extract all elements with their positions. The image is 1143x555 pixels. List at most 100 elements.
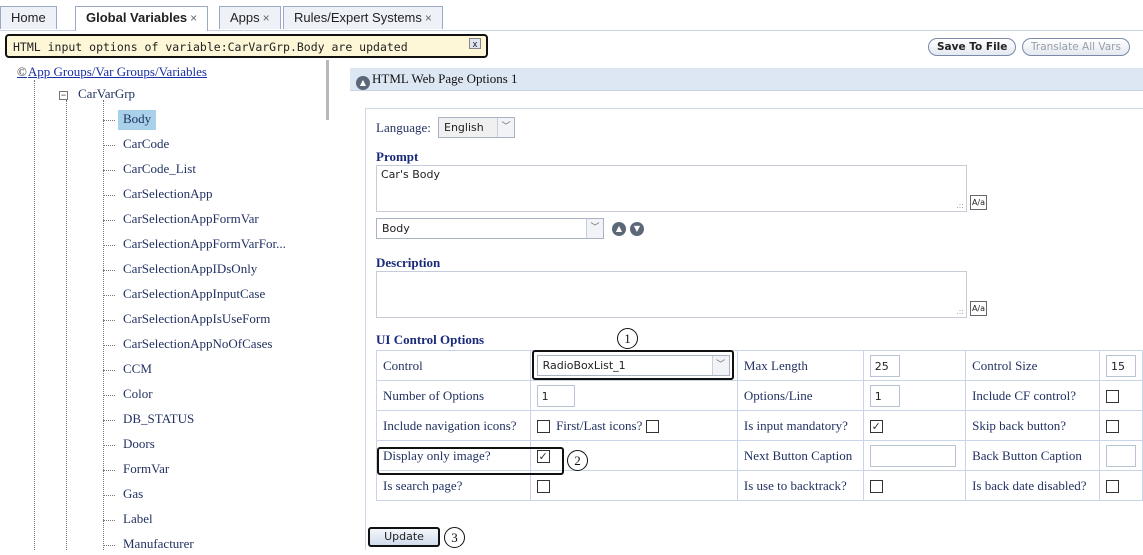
- tree-item[interactable]: CarSelectionApp: [118, 185, 218, 205]
- translate-icon[interactable]: A/a: [970, 195, 987, 210]
- options-per-line-label: Options/Line: [736, 380, 864, 411]
- callout-3: 3: [444, 527, 465, 548]
- translate-all-vars-button[interactable]: Translate All Vars: [1022, 38, 1130, 56]
- table-row: Number of Options 1 Options/Line 1 Inclu…: [376, 380, 1143, 411]
- description-label: Description: [376, 255, 441, 270]
- up-circle-icon[interactable]: ▲: [356, 76, 370, 90]
- tree-line: [103, 495, 115, 496]
- tree-item[interactable]: CarSelectionAppFormVar: [118, 210, 264, 230]
- include-navigation-icons-checkbox[interactable]: [536, 420, 550, 434]
- tree-item[interactable]: CarCode: [118, 135, 174, 155]
- translate-icon[interactable]: A/a: [970, 301, 987, 316]
- is-input-mandatory-checkbox[interactable]: ✓: [869, 420, 883, 434]
- tab-home[interactable]: Home: [0, 6, 57, 29]
- tree-line: [103, 345, 115, 346]
- tree-item[interactable]: Gas: [118, 485, 148, 505]
- move-down-icon[interactable]: ▼: [630, 222, 644, 236]
- chevron-down-icon: ﹀: [497, 118, 514, 137]
- tab-rules-expert-systems[interactable]: Rules/Expert Systems ×: [283, 6, 443, 29]
- tree-line: [103, 320, 115, 321]
- control-size-input[interactable]: 15: [1105, 354, 1136, 377]
- is-search-page-label: Is search page?: [376, 470, 531, 501]
- is-search-page-checkbox[interactable]: [536, 480, 550, 494]
- tree-line: [103, 370, 115, 371]
- tab-global-variables-label: Global Variables: [86, 10, 188, 25]
- tree-item[interactable]: FormVar: [118, 460, 174, 480]
- skip-back-button-checkbox[interactable]: [1105, 420, 1119, 434]
- tab-apps[interactable]: Apps ×: [219, 6, 281, 29]
- tree-line: [103, 220, 115, 221]
- highlight-display-only-image: [377, 447, 564, 475]
- tree-line: [103, 545, 115, 546]
- first-last-icons-checkbox[interactable]: [645, 420, 659, 434]
- callout-2: 2: [567, 450, 588, 471]
- panel-header[interactable]: ▲ HTML Web Page Options 1: [350, 68, 1143, 91]
- collapse-icon[interactable]: −: [59, 90, 68, 100]
- tree-item[interactable]: Label: [118, 510, 158, 530]
- root-icon: ©: [17, 64, 27, 79]
- back-button-caption-input[interactable]: [1105, 444, 1136, 467]
- tree-line: [103, 245, 115, 246]
- tree-item[interactable]: Doors: [118, 435, 160, 455]
- tree-line: [103, 195, 115, 196]
- tree-item[interactable]: Body: [118, 110, 157, 130]
- is-back-date-disabled-checkbox[interactable]: [1105, 480, 1119, 494]
- close-icon[interactable]: ×: [190, 11, 197, 25]
- ui-options-table: Control RadioBoxList_1 ﹀ Max Length 25 Co…: [376, 350, 1143, 501]
- tab-global-variables[interactable]: Global Variables ×: [75, 6, 209, 31]
- tree-group-carvargrp[interactable]: − CarVarGrp: [59, 86, 135, 102]
- tree-line: [103, 445, 115, 446]
- tree-item[interactable]: CCM: [118, 360, 157, 380]
- resize-grip-icon[interactable]: .::: [956, 201, 964, 210]
- include-cf-control-label: Include CF control?: [965, 380, 1100, 411]
- update-button[interactable]: Update: [368, 527, 440, 547]
- tree-item[interactable]: Manufacturer: [118, 535, 199, 555]
- tree-item[interactable]: CarSelectionAppInputCase: [118, 285, 270, 305]
- table-row: Is search page? Is use to backtrack? Is …: [376, 470, 1143, 501]
- tree-item[interactable]: CarSelectionAppIDsOnly: [118, 260, 262, 280]
- update-notification: HTML input options of variable:CarVarGrp…: [5, 34, 488, 58]
- ui-control-options-label: UI Control Options: [376, 332, 485, 347]
- save-to-file-button[interactable]: Save To File: [928, 38, 1017, 56]
- tree-item[interactable]: CarSelectionAppFormVarFor...: [118, 235, 291, 255]
- prompt-label: Prompt: [376, 149, 419, 164]
- close-icon[interactable]: x: [469, 38, 481, 49]
- tree-item[interactable]: Color: [118, 385, 158, 405]
- options-per-line-input[interactable]: 1: [869, 384, 900, 407]
- language-select[interactable]: English ﹀: [438, 117, 515, 138]
- language-value: English: [444, 121, 484, 134]
- tree-scrollbar[interactable]: [326, 60, 329, 120]
- notification-text: HTML input options of variable:CarVarGrp…: [13, 40, 408, 54]
- tree-line: [103, 295, 115, 296]
- is-use-to-backtrack-checkbox[interactable]: [869, 480, 883, 494]
- tree-item[interactable]: DB_STATUS: [118, 410, 199, 430]
- max-length-input[interactable]: 25: [869, 354, 900, 377]
- tree-root[interactable]: ©App Groups/Var Groups/Variables: [17, 64, 207, 80]
- include-cf-control-checkbox[interactable]: [1105, 390, 1119, 404]
- tree-line: [103, 145, 115, 146]
- close-icon[interactable]: ×: [263, 11, 270, 25]
- close-icon[interactable]: ×: [425, 11, 432, 25]
- next-button-caption-label: Next Button Caption: [736, 440, 864, 471]
- include-navigation-icons-label: Include navigation icons?: [376, 410, 531, 441]
- tree-line: [66, 100, 67, 550]
- next-button-caption-input[interactable]: [869, 444, 956, 467]
- number-of-options-input[interactable]: 1: [536, 384, 575, 407]
- back-button-caption-label: Back Button Caption: [965, 440, 1100, 471]
- tree-line: [34, 80, 35, 550]
- prompt-textarea[interactable]: Car's Body.::: [376, 165, 967, 212]
- tree-root-label: App Groups/Var Groups/Variables: [27, 64, 207, 79]
- resize-grip-icon[interactable]: .::: [956, 307, 964, 316]
- prompt-variant-select[interactable]: Body ﹀: [376, 218, 604, 239]
- move-up-icon[interactable]: ▲: [612, 222, 626, 236]
- control-size-label: Control Size: [965, 350, 1100, 381]
- table-row: Control RadioBoxList_1 ﹀ Max Length 25 Co…: [376, 350, 1143, 381]
- table-row: Include navigation icons? First/Last ico…: [376, 410, 1143, 441]
- description-textarea[interactable]: .::: [376, 271, 967, 318]
- tree-item[interactable]: CarCode_List: [118, 160, 201, 180]
- tree-item[interactable]: CarSelectionAppNoOfCases: [118, 335, 277, 355]
- tree-line: [103, 100, 104, 550]
- is-back-date-disabled-label: Is back date disabled?: [965, 470, 1100, 501]
- tree-item[interactable]: CarSelectionAppIsUseForm: [118, 310, 275, 330]
- callout-1: 1: [617, 328, 638, 349]
